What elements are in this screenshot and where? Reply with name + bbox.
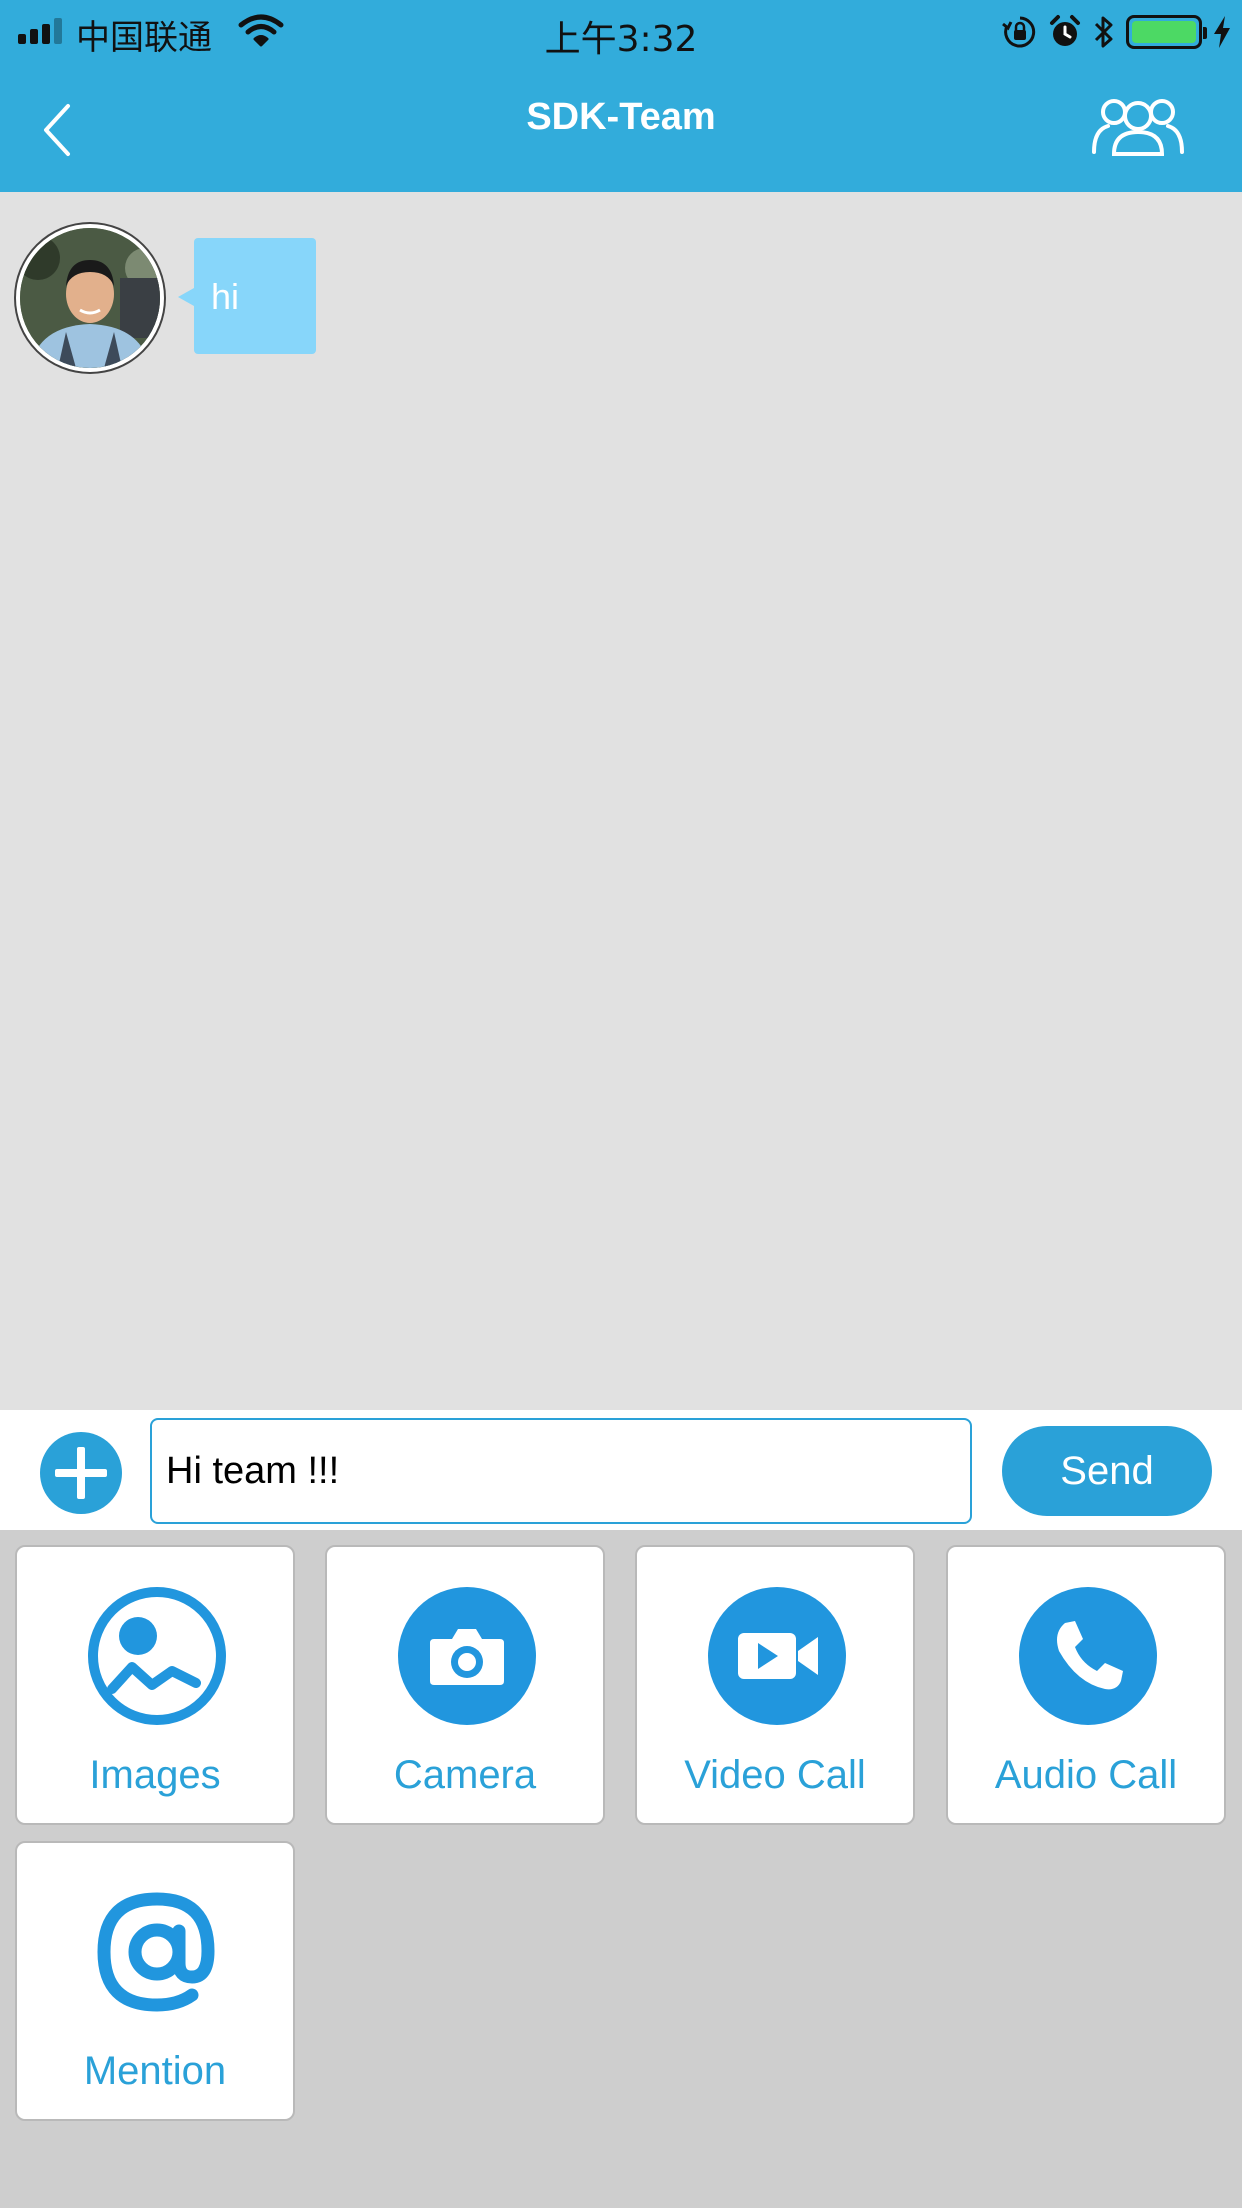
composer-bar: Send: [0, 1410, 1242, 1530]
status-bar: 中国联通 上午3:32: [0, 0, 1242, 62]
mention-tile[interactable]: Mention: [15, 1841, 295, 2121]
image-icon: [88, 1587, 226, 1725]
group-icon[interactable]: [1090, 94, 1186, 156]
plus-circle-icon[interactable]: [40, 1432, 122, 1514]
rotation-lock-icon: [1002, 16, 1036, 48]
alarm-icon: [1050, 15, 1080, 46]
page-title: SDK-Team: [526, 96, 716, 138]
battery-icon: [1126, 15, 1207, 49]
avatar[interactable]: [16, 224, 164, 372]
avatar-photo: [20, 228, 160, 368]
camera-label: Camera: [393, 1753, 537, 1797]
send-button[interactable]: Send: [1002, 1426, 1212, 1516]
video-call-label: Video Call: [684, 1753, 866, 1797]
message-bubble[interactable]: hi: [178, 238, 316, 354]
images-label: Images: [89, 1753, 221, 1797]
status-indicators: [1002, 12, 1232, 52]
at-icon: [97, 1892, 215, 2012]
bluetooth-icon: [1094, 16, 1113, 48]
attachment-panel: Images Camera Video Call Audio Call Ment…: [0, 1530, 1242, 2208]
top-bar: 中国联通 上午3:32 SDK-Team: [0, 0, 1242, 192]
audio-call-tile[interactable]: Audio Call: [946, 1545, 1226, 1825]
camera-icon: [398, 1587, 536, 1725]
video-call-tile[interactable]: Video Call: [635, 1545, 915, 1825]
images-tile[interactable]: Images: [15, 1545, 295, 1825]
mention-label: Mention: [83, 2049, 227, 2093]
audio-call-label: Audio Call: [994, 1753, 1178, 1797]
chat-area: hi: [0, 192, 1242, 1410]
camera-tile[interactable]: Camera: [325, 1545, 605, 1825]
phone-icon: [1019, 1587, 1157, 1725]
video-call-icon: [708, 1587, 846, 1725]
message-input[interactable]: [150, 1418, 972, 1524]
charging-icon: [1214, 16, 1230, 48]
